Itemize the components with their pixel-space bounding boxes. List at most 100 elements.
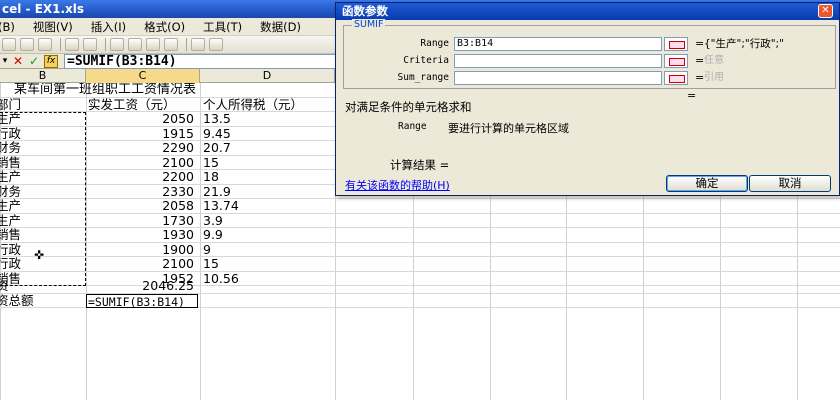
column-header-b[interactable]: B (0, 69, 86, 83)
arg-result-range: {"生产";"行政";" (704, 38, 784, 50)
menu-item-view[interactable]: 视图(V) (33, 19, 73, 35)
formula-result-equals: = (687, 89, 697, 102)
arg-row-criteria: Criteria = 任意 (344, 54, 837, 68)
header-tax[interactable]: 个人所得税（元） (201, 97, 331, 112)
dialog-title: 函数参数 (342, 4, 388, 18)
format-painter-icon[interactable] (164, 38, 178, 51)
research-icon[interactable] (83, 38, 97, 51)
param-description: 要进行计算的单元格区域 (448, 122, 569, 135)
dept-cell[interactable]: 财务 (0, 141, 84, 155)
salary-cell[interactable]: 2330 (86, 184, 198, 199)
toolbar-separator (186, 38, 187, 51)
active-formula-cell[interactable]: =SUMIF(B3:B14) (86, 293, 198, 309)
header-salary[interactable]: 实发工资（元） (86, 97, 198, 112)
tax-cell[interactable]: 15 (201, 155, 331, 170)
collapse-dialog-icon[interactable] (664, 54, 688, 68)
dept-cell[interactable]: 生产 (0, 170, 84, 184)
name-box-dropdown-icon[interactable]: ▾ (0, 56, 10, 66)
tax-cell[interactable]: 20.7 (201, 141, 331, 155)
menu-item-data[interactable]: 数据(D) (260, 19, 301, 35)
spelling-icon[interactable] (65, 38, 79, 51)
dialog-close-button[interactable]: ✕ (818, 4, 833, 18)
dialog-titlebar[interactable]: 函数参数 ✕ (336, 3, 839, 20)
salary-cell[interactable]: 1915 (86, 126, 198, 141)
undo-icon[interactable] (191, 38, 205, 51)
menu-item-insert[interactable]: 插入(I) (91, 19, 126, 35)
cancel-button[interactable]: 取消 (749, 175, 831, 192)
function-description: 对满足条件的单元格求和 (345, 100, 472, 114)
dept-cell[interactable]: 生产 (0, 214, 84, 228)
tax-cell[interactable]: 13.74 (201, 199, 331, 213)
salary-cell[interactable]: 2100 (86, 155, 198, 170)
permission-icon[interactable] (20, 38, 34, 51)
column-header-d[interactable]: D (200, 69, 335, 83)
dept-cell[interactable]: 财务 (0, 185, 84, 199)
salary-cell[interactable]: 1730 (86, 213, 198, 228)
menu-item-format[interactable]: 格式(O) (144, 19, 185, 35)
function-help-link[interactable]: 有关该函数的帮助(H) (345, 177, 450, 193)
arg-input-range[interactable]: B3:B14 (454, 37, 662, 51)
dept-cell[interactable]: 生产 (0, 199, 84, 213)
salary-cell[interactable]: 2058 (86, 199, 198, 213)
tax-cell[interactable]: 9.45 (201, 126, 331, 141)
menu-item-edit[interactable]: (B) (0, 20, 15, 34)
tax-cell[interactable]: 13.5 (201, 112, 331, 126)
save-icon[interactable] (2, 38, 16, 51)
salary-cell[interactable]: 1930 (86, 228, 198, 242)
paste-icon[interactable] (146, 38, 160, 51)
menu-item-tools[interactable]: 工具(T) (203, 19, 242, 35)
toolbar-separator (60, 38, 61, 51)
redo-icon[interactable] (209, 38, 223, 51)
arg-equals: = (695, 54, 705, 67)
tax-cell[interactable]: 18 (201, 170, 331, 184)
table-row: 行政 1900 9 (0, 242, 840, 257)
enter-entry-button[interactable]: ✓ (26, 54, 42, 68)
arg-result-criteria: 任意 (704, 55, 724, 66)
copy-icon[interactable] (128, 38, 142, 51)
function-name-label: SUMIF (352, 19, 386, 30)
cell-cursor-icon: ✜ (34, 248, 45, 262)
dept-cell[interactable]: 销售 (0, 228, 84, 242)
tax-cell[interactable]: 21.9 (201, 184, 331, 199)
arg-label-sum-range: Sum_range (397, 72, 449, 83)
column-header-c[interactable]: C (86, 69, 200, 83)
cancel-entry-button[interactable]: ✕ (10, 54, 26, 68)
arg-row-range: Range B3:B14 = {"生产";"行政";" (344, 37, 837, 51)
dept-cell[interactable]: 生产 (0, 112, 84, 126)
salary-cell[interactable]: 2290 (86, 141, 198, 155)
tax-cell[interactable]: 9.9 (201, 228, 331, 242)
arg-row-sum-range: Sum_range = 引用 (344, 71, 837, 85)
table-row: 资总额 =SUMIF(B3:B14) (0, 293, 840, 309)
salary-cell[interactable]: 1900 (86, 242, 198, 257)
average-label[interactable]: 资 (0, 279, 84, 293)
arg-input-criteria[interactable] (454, 54, 662, 68)
cut-icon[interactable] (110, 38, 124, 51)
param-name: Range (398, 121, 427, 132)
salary-cell[interactable]: 2100 (86, 257, 198, 271)
table-row: 资 2046.25 (0, 279, 840, 294)
total-label[interactable]: 资总额 (0, 294, 84, 308)
average-value[interactable]: 2046.25 (86, 279, 198, 293)
arg-equals: = (695, 71, 705, 84)
insert-function-button[interactable]: fx (44, 54, 58, 68)
tax-cell[interactable]: 3.9 (201, 213, 331, 228)
dept-cell[interactable]: 销售 (0, 156, 84, 170)
function-args-group: SUMIF Range B3:B14 = {"生产";"行政";" Criter… (343, 19, 837, 89)
collapse-dialog-icon[interactable] (664, 37, 688, 51)
arg-result-sum-range: 引用 (704, 72, 724, 83)
tax-cell[interactable]: 15 (201, 257, 331, 271)
function-arguments-dialog: 函数参数 ✕ SUMIF Range B3:B14 = {"生产";"行政";"… (335, 2, 840, 196)
dept-cell[interactable]: 行政 (0, 127, 84, 141)
arg-label-criteria: Criteria (403, 55, 449, 66)
tax-cell[interactable]: 9 (201, 242, 331, 257)
ok-button[interactable]: 确定 (666, 175, 748, 192)
table-title: 某车间第一班组职工工资情况表 (14, 83, 197, 97)
collapse-dialog-icon[interactable] (664, 71, 688, 85)
table-row: 行政 2100 15 (0, 257, 840, 272)
print-icon[interactable] (38, 38, 52, 51)
toolbar-separator (105, 38, 106, 51)
header-dept[interactable]: 部门 (0, 98, 84, 112)
salary-cell[interactable]: 2050 (86, 112, 198, 126)
salary-cell[interactable]: 2200 (86, 170, 198, 184)
arg-input-sum-range[interactable] (454, 71, 662, 85)
